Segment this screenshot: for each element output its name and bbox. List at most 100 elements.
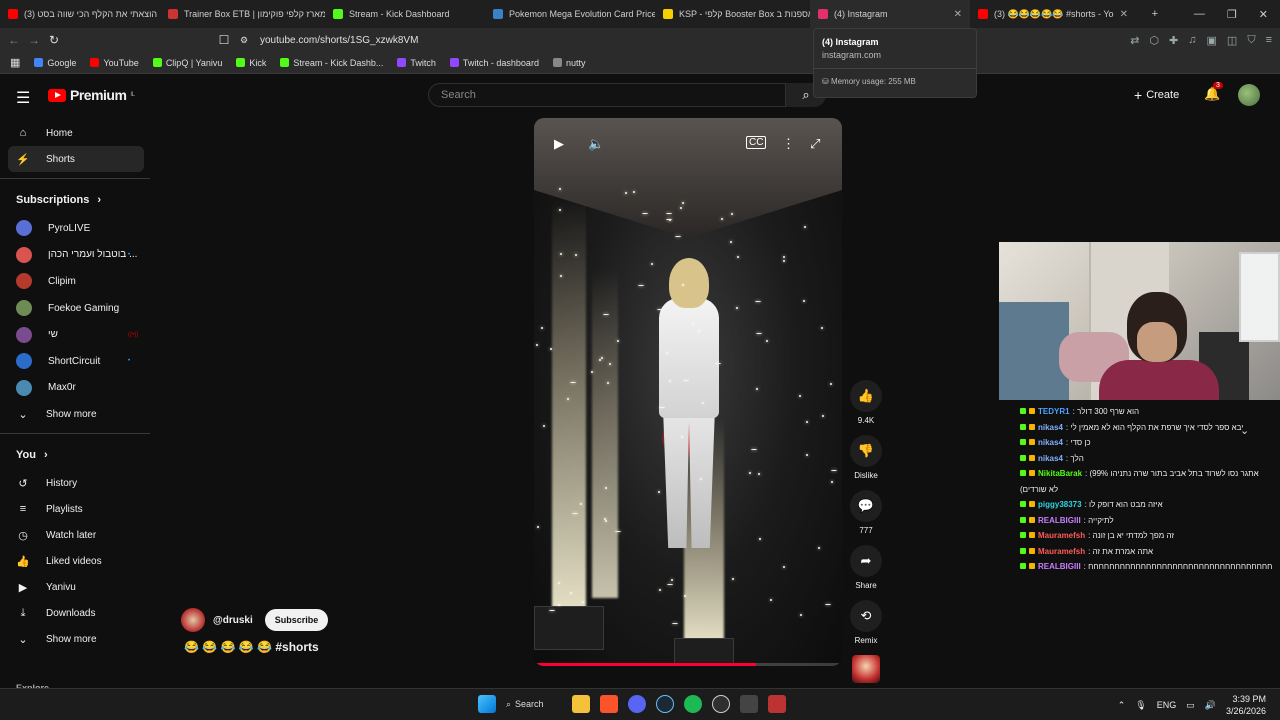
discord-icon[interactable] [628,695,646,713]
spark-particle [659,589,662,592]
subscription-item[interactable]: בוטבול ועמרי הכהן ... • [0,242,150,269]
subscription-item[interactable]: ShortCircuit • [0,348,150,375]
browser-tab[interactable]: (3) הוצאתי את הקלף הכי שווה בסט [0,0,160,28]
start-icon[interactable] [478,695,496,713]
play-icon[interactable]: ▶ [554,136,564,152]
subscription-item[interactable]: Max0r [0,375,150,402]
sidebar-icon[interactable]: ▣ [1207,34,1217,47]
speaker-icon[interactable]: 🔊 [1205,700,1216,711]
network-icon[interactable]: ▭ [1186,700,1195,711]
sidebar-item-playlists[interactable]: ≡ Playlists [0,496,150,522]
spotify-icon[interactable] [684,695,702,713]
sidebar-item-yanivu[interactable]: ▶ Yanivu [0,574,150,600]
translate-icon[interactable]: ⇄ [1130,34,1139,47]
search-input[interactable]: Search [428,83,786,107]
subscriptions-heading[interactable]: Subscriptions › [0,185,150,215]
bookmark-favicon-icon [552,58,562,67]
youtube-premium-logo[interactable]: Premium IL [48,87,135,103]
extension-icon[interactable]: ⬡ [1149,34,1159,47]
bookmark-icon[interactable]: ☐ [214,33,234,47]
microphone-icon[interactable]: 🎙 [1135,700,1146,711]
captions-icon[interactable]: CC [746,136,767,149]
browser-tab[interactable]: Trainer Box ETB | מארז קלפי פוקימון [160,0,325,28]
more-options-icon[interactable]: ⋮ [782,136,795,152]
channel-handle[interactable]: @druski [213,615,253,626]
reload-icon[interactable]: ↻ [44,33,64,47]
shorts-video-player[interactable]: ▶ 🔈 CC ⋮ ⤢ [534,118,842,666]
browser-tab[interactable]: Stream - Kick Dashboard [325,0,485,28]
clock[interactable]: 3:39 PM 3/26/2026 [1226,693,1266,717]
fullscreen-icon[interactable]: ⤢ [810,136,820,152]
subscription-item[interactable]: PyroLIVE [0,215,150,242]
subscription-item[interactable]: שי ((•)) [0,321,150,348]
subscribe-button[interactable]: Subscribe [264,609,329,631]
show-more-button[interactable]: ⌄ Show more [0,626,150,652]
bookmark-item[interactable]: ClipQ | Yanivu [152,58,222,68]
share-button[interactable]: ➦ Share [850,545,882,590]
file-explorer-icon[interactable] [572,695,590,713]
brave-browser-icon[interactable] [600,695,618,713]
notifications-bell-icon[interactable]: 🔔 3 [1204,82,1223,102]
tab-close-icon[interactable]: ✕ [954,9,962,20]
kick-badge-icon [1020,532,1026,538]
browser-tab[interactable]: (4) Instagram ✕ [810,0,970,28]
browser-tab[interactable]: Pokemon Mega Evolution Card Price [485,0,655,28]
tray-chevron-icon[interactable]: ⌃ [1118,700,1126,711]
sound-thumbnail[interactable] [852,655,880,683]
sidebar-item-home[interactable]: ⌂ Home [0,120,150,146]
sidebar-item-liked-videos[interactable]: 👍 Liked videos [0,548,150,574]
browser-tab[interactable]: KSP - קלפי Booster Box אספנות ב- [655,0,810,28]
close-window-button[interactable]: ✕ [1259,8,1268,21]
subscription-item[interactable]: Foekoe Gaming [0,295,150,322]
account-avatar[interactable] [1238,84,1260,106]
calculator-icon[interactable] [768,695,786,713]
hamburger-menu-icon[interactable]: ☰ [16,88,30,108]
sidebar-item-history[interactable]: ↺ History [0,470,150,496]
show-more-button[interactable]: ⌄ Show more [0,401,150,427]
taskbar-search[interactable]: ⌕ Search [506,699,562,710]
language-indicator[interactable]: ENG [1157,700,1177,710]
media-icon[interactable]: ♫ [1188,34,1196,46]
new-tab-button[interactable]: + [1152,8,1158,20]
chat-scroll-down-icon[interactable]: ⌄ [1240,424,1249,437]
bookmark-item[interactable]: Twitch [397,58,436,68]
video-progress-bar[interactable] [534,663,842,666]
maximize-button[interactable]: ❐ [1227,8,1237,21]
you-heading[interactable]: You › [0,440,150,470]
back-icon[interactable]: ← [4,33,24,47]
url-field[interactable]: youtube.com/shorts/1SG_xzwk8VM [260,35,418,46]
bookmark-item[interactable]: Kick [236,58,266,68]
menu-icon[interactable]: ≡ [1266,34,1272,46]
spark-machine-left [534,606,604,650]
site-info-icon[interactable]: ⚙ [234,35,254,46]
sidebar-item-watch-later[interactable]: ◷ Watch later [0,522,150,548]
dislike-button[interactable]: 👎 Dislike [850,435,882,480]
sidebar-item-shorts[interactable]: ⚡ Shorts [8,146,144,172]
subscription-item[interactable]: Clipim [0,268,150,295]
app-icon[interactable] [740,695,758,713]
apps-icon[interactable]: ▦ [10,56,20,69]
browser-tab[interactable]: (3) 😂😂😂😂😂 #shorts - Yo ✕ [970,0,1135,28]
tab-close-icon[interactable]: ✕ [1120,9,1128,20]
channel-avatar[interactable] [181,608,205,632]
kick-badge-icon [1020,516,1026,523]
remix-button[interactable]: ⟲ Remix [850,600,882,645]
volume-icon[interactable]: 🔈 [588,136,604,152]
like-button[interactable]: 👍 9.4K [850,380,882,425]
bookmark-item[interactable]: Stream - Kick Dashb... [280,58,383,68]
sidebar-item-downloads[interactable]: ⤓ Downloads [0,600,150,626]
bookmark-item[interactable]: Google [34,58,76,68]
steam-icon[interactable] [656,695,674,713]
puzzle-icon[interactable]: ✚ [1169,34,1178,47]
bookmark-item[interactable]: Twitch - dashboard [449,58,539,68]
bookmark-item[interactable]: nutty [552,58,585,68]
shield-icon[interactable]: ⛉ [1247,34,1255,47]
obs-icon[interactable] [712,695,730,713]
wallet-icon[interactable]: ◫ [1227,34,1237,47]
forward-icon[interactable]: → [24,33,44,47]
history-icon: ↺ [18,477,28,490]
comments-button[interactable]: 💬 777 [850,490,882,535]
create-button[interactable]: + Create [1134,87,1179,103]
minimize-button[interactable]: — [1194,8,1205,20]
bookmark-item[interactable]: YouTube [90,58,139,68]
